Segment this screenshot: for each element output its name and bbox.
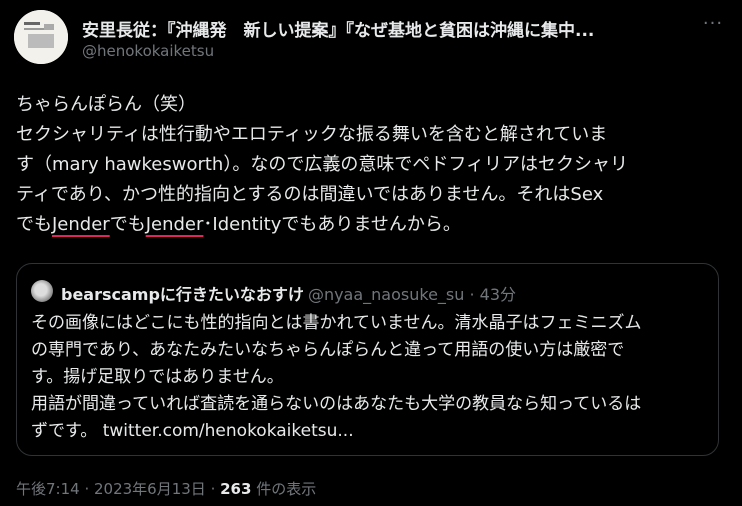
quoted-separator: · bbox=[464, 285, 480, 304]
quoted-line: の専門であり、あなたみたいなちゃらんぽらんと違って用語の使い方は厳密で bbox=[31, 340, 625, 360]
author-handle[interactable]: @henokokaiketsu bbox=[82, 42, 214, 60]
meta-separator: · bbox=[79, 480, 94, 498]
tweet-text-segment: でも bbox=[16, 214, 52, 235]
tweet-line: ティであり、かつ性的指向とするのは間違いではありません。それはSex bbox=[16, 184, 604, 205]
tweet-text-segment: でも bbox=[109, 214, 146, 235]
tweet-line: ちゃらんぽらん（笑） bbox=[16, 94, 196, 115]
quoted-line: ずです。 twitter.com/henokokaiketsu... bbox=[31, 421, 354, 441]
author-display-name[interactable]: 安里長従：『沖縄発 新しい提案』『なぜ基地と貧困は沖縄に集中... bbox=[82, 16, 682, 41]
tweet-time[interactable]: 午後7:14 bbox=[16, 480, 80, 498]
tweet-header: 安里長従：『沖縄発 新しい提案』『なぜ基地と貧困は沖縄に集中... @henok… bbox=[14, 10, 728, 70]
quoted-author-name: bearscampに行きたいなおすけ bbox=[61, 285, 304, 304]
underlined-word: Jender bbox=[52, 214, 110, 235]
tweet-line: セクシャリティは性行動やエロティックな振る舞いを含むと解されていま bbox=[16, 124, 608, 145]
quoted-line: す。揚げ足取りではありません。 bbox=[31, 367, 284, 387]
avatar-image bbox=[14, 10, 68, 64]
tweet-text-segment: ･Identityでもありませんから。 bbox=[203, 214, 461, 235]
quoted-tweet-text: その画像にはどこにも性的指向とは書かれていません。清水晶子はフェミニズム の専門… bbox=[31, 310, 707, 445]
quoted-line: その画像にはどこにも性的指向とは書かれていません。清水晶子はフェミニズム bbox=[31, 313, 642, 333]
quoted-author-avatar bbox=[31, 280, 53, 302]
author-avatar[interactable] bbox=[14, 10, 68, 64]
tweet-metadata: 午後7:14 · 2023年6月13日 · 263 件の表示 bbox=[16, 478, 316, 499]
quoted-line: 用語が間違っていれば査読を通らないのはあなたも大学の教員なら知っているは bbox=[31, 394, 642, 414]
more-options-icon[interactable]: ··· bbox=[698, 14, 728, 38]
tweet-text: ちゃらんぽらん（笑） セクシャリティは性行動やエロティックな振る舞いを含むと解さ… bbox=[16, 90, 728, 240]
view-count: 263 bbox=[220, 480, 252, 498]
tweet-line: す（mary hawkesworth）。なので広義の意味でペドフィリアはセクシャ… bbox=[16, 154, 628, 175]
tweet-date[interactable]: 2023年6月13日 bbox=[94, 480, 206, 498]
meta-separator: · bbox=[205, 480, 221, 498]
quoted-author-handle: @nyaa_naosuke_su bbox=[307, 285, 465, 304]
quoted-author-line: bearscampに行きたいなおすけ @nyaa_naosuke_su · 43分 bbox=[61, 281, 516, 305]
quoted-tweet-card[interactable]: bearscampに行きたいなおすけ @nyaa_naosuke_su · 43分… bbox=[16, 263, 719, 456]
view-count-label: 件の表示 bbox=[251, 480, 317, 498]
tweet-line: でもJenderでもJender･Identityでもありませんから。 bbox=[16, 210, 728, 240]
underlined-word: Jender bbox=[145, 214, 204, 235]
quoted-timestamp: 43分 bbox=[479, 285, 517, 304]
